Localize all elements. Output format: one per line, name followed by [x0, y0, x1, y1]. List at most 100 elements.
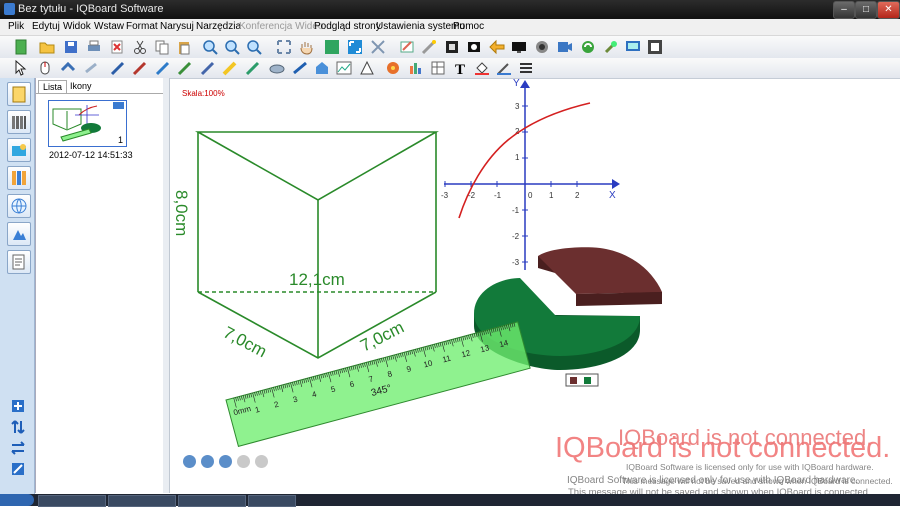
fill-color-icon[interactable] [385, 60, 401, 76]
delete-icon[interactable] [109, 39, 125, 55]
line-style-icon[interactable] [518, 60, 534, 76]
prev-page-icon[interactable] [201, 455, 214, 468]
panel-splitter[interactable] [163, 78, 170, 493]
taskbar-app-button[interactable] [38, 495, 106, 507]
tab-lista[interactable]: Lista [38, 80, 68, 93]
menu-ustawienia-systemu[interactable]: Ustawienia systemu [376, 21, 465, 32]
select-all-icon[interactable] [324, 39, 340, 55]
pen-icon[interactable] [110, 60, 126, 76]
magic-pen-icon[interactable] [421, 39, 437, 55]
y-tick-label: 1 [515, 153, 520, 162]
menu-pomoc[interactable]: Pomoc [453, 21, 484, 32]
minimize-button[interactable]: – [833, 1, 855, 19]
print-icon[interactable] [86, 39, 102, 55]
edit-icon[interactable] [399, 39, 415, 55]
swap-vertical-icon[interactable] [10, 419, 26, 435]
graph-tool-icon[interactable] [336, 60, 352, 76]
x-tick-label: -3 [441, 191, 449, 200]
zoom-menu-icon[interactable] [246, 39, 262, 55]
menu-podglad-strony[interactable]: Podgląd strony [314, 21, 381, 32]
save-icon[interactable] [63, 39, 79, 55]
line-tool-icon[interactable] [292, 60, 308, 76]
screen-capture-icon[interactable] [466, 39, 482, 55]
texture-pen-icon[interactable] [200, 60, 216, 76]
move-panel-icon[interactable] [10, 398, 26, 414]
close-button[interactable]: ✕ [877, 1, 900, 19]
swap-horizontal-icon[interactable] [10, 440, 26, 456]
menu-narysuj[interactable]: Narysuj [160, 21, 194, 32]
add-page-icon[interactable] [255, 455, 268, 468]
menu-plik[interactable]: Plik [8, 21, 24, 32]
laser-pen-icon[interactable] [245, 60, 261, 76]
text-tool-icon[interactable]: T [452, 60, 468, 76]
taskbar-app-button[interactable] [178, 495, 246, 507]
undo-pen-icon[interactable] [60, 60, 76, 76]
zoom-in-icon[interactable] [202, 39, 218, 55]
x-tick-label: 2 [575, 191, 580, 200]
menu-format[interactable]: Format [126, 21, 158, 32]
fit-page-icon[interactable] [347, 39, 363, 55]
paste-icon[interactable] [176, 39, 192, 55]
title-bar: Bez tytułu - IQBoard Software – □ ✕ [0, 0, 900, 19]
notes-icon[interactable] [7, 250, 31, 274]
internet-icon[interactable] [7, 194, 31, 218]
chart-tool-icon[interactable] [408, 60, 424, 76]
next-page-icon[interactable] [219, 455, 232, 468]
hand-pan-icon[interactable] [298, 39, 314, 55]
pie-slice-brown [538, 247, 662, 294]
new-page-icon[interactable] [13, 39, 29, 55]
camera-icon[interactable] [444, 39, 460, 55]
function-graph[interactable]: X Y -3 -2 -1 0 1 2 3 2 1 -1 -2 -3 [441, 78, 620, 270]
arrow-back-icon[interactable] [489, 39, 505, 55]
cut-icon[interactable] [132, 39, 148, 55]
display-settings-icon[interactable] [625, 39, 641, 55]
prism-edge-left-label: 7,0cm [220, 323, 270, 362]
eraser-icon[interactable] [269, 60, 285, 76]
menu-widok[interactable]: Widok [63, 21, 91, 32]
shape-tool-icon[interactable] [314, 60, 330, 76]
taskbar-app-button[interactable] [248, 495, 296, 507]
tab-ikony[interactable]: Ikony [66, 80, 96, 92]
record-icon[interactable] [557, 39, 573, 55]
webcam-icon[interactable] [534, 39, 550, 55]
maximize-button[interactable]: □ [855, 1, 877, 19]
resize-icon[interactable] [370, 39, 386, 55]
menu-edytuj[interactable]: Edytuj [32, 21, 60, 32]
attachments-icon[interactable] [7, 222, 31, 246]
tools-icon[interactable] [603, 39, 619, 55]
menu-konferencja-wideo[interactable]: Konferencja Wideo [239, 21, 324, 32]
brush-icon[interactable] [132, 60, 148, 76]
pen-width-icon[interactable] [496, 60, 512, 76]
redo-pen-icon[interactable] [83, 60, 99, 76]
open-file-icon[interactable] [39, 39, 55, 55]
taskbar-app-button[interactable] [108, 495, 176, 507]
solid-shape-icon[interactable] [359, 60, 375, 76]
mouse-icon[interactable] [37, 60, 53, 76]
menu-narzedzia[interactable]: Narzędzia [196, 21, 241, 32]
y-axis-label: Y [513, 78, 520, 89]
menu-wstaw[interactable]: Wstaw [94, 21, 124, 32]
prism-edge-right-label: 7,0cm [357, 318, 407, 356]
marker-icon[interactable] [155, 60, 171, 76]
monitor-icon[interactable] [511, 39, 527, 55]
select-arrow-icon[interactable] [13, 60, 29, 76]
taskbar [0, 494, 900, 507]
resize-panel-icon[interactable] [10, 461, 26, 477]
start-button[interactable] [0, 494, 34, 506]
first-page-icon[interactable] [183, 455, 196, 468]
gallery-icon[interactable] [7, 110, 31, 134]
resources-icon[interactable] [7, 138, 31, 162]
paint-bucket-icon[interactable] [474, 60, 490, 76]
copy-icon[interactable] [154, 39, 170, 55]
fullscreen-icon[interactable] [276, 39, 292, 55]
recycle-icon[interactable] [580, 39, 596, 55]
page-list-icon[interactable] [7, 82, 31, 106]
highlighter-icon[interactable] [222, 60, 238, 76]
page-thumbnail[interactable]: 1 [48, 100, 127, 147]
table-tool-icon[interactable] [430, 60, 446, 76]
exit-fullscreen-icon[interactable] [647, 39, 663, 55]
zoom-out-icon[interactable] [224, 39, 240, 55]
crayon-icon[interactable] [177, 60, 193, 76]
library-icon[interactable] [7, 166, 31, 190]
last-page-icon[interactable] [237, 455, 250, 468]
